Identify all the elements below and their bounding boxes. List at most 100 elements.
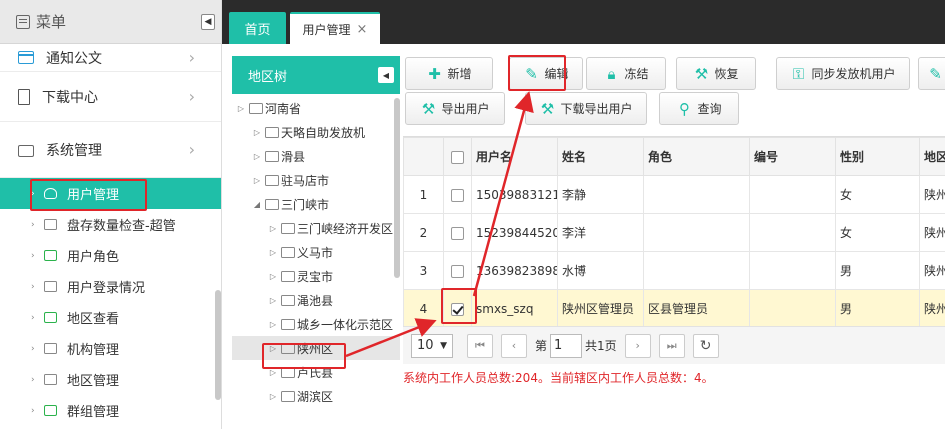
table-row[interactable]: 3 13639823898 水博 男 陕州 [403,251,945,290]
next-page-button[interactable]: › [624,333,651,358]
column-header-name[interactable]: 姓名 [557,137,644,176]
sidebar-subitem-region-mgmt[interactable]: › 地区管理 [0,364,221,395]
wrench-icon: ⚒ [694,64,709,83]
tree-node-tianlue[interactable]: ▷ 天略自助发放机 [232,120,400,144]
column-header-gender[interactable]: 性别 [835,137,920,176]
first-page-button[interactable]: ⏮ [467,333,493,358]
table-row-selected[interactable]: 4 smxs_szq 陕州区管理员 区县管理员 男 陕州 [403,289,945,326]
tree-node-urban-rural-zone[interactable]: ▷ 城乡一体化示范区 [232,312,400,336]
column-header-username[interactable]: 用户名 [471,137,558,176]
cell-role [643,213,750,252]
folder-icon [265,126,279,138]
sidebar-scrollbar[interactable] [215,290,221,400]
download-export-button[interactable]: ⚒ 下载导出用户 [525,92,647,125]
column-header-region[interactable]: 地区 [919,137,945,176]
row-checkbox-cell[interactable] [443,213,472,252]
key-icon: ⚿ [792,64,805,83]
expand-arrow-icon[interactable]: ▷ [268,320,278,329]
sidebar-collapse-button[interactable]: ◀ [201,14,215,30]
row-checkbox-checked[interactable] [451,302,464,316]
caret-right-icon: › [31,312,35,323]
cell-code [749,175,836,214]
prev-page-button[interactable]: ‹ [501,333,527,358]
query-button[interactable]: ⚲ 查询 [659,92,739,125]
export-users-button[interactable]: ⚒ 导出用户 [405,92,505,125]
sidebar-subitem-org-mgmt[interactable]: › 机构管理 [0,333,221,364]
sidebar-subitem-region-view[interactable]: › 地区查看 [0,302,221,333]
collapse-arrow-icon[interactable]: ◢ [252,200,262,209]
tree-node-zhumadian[interactable]: ▷ 驻马店市 [232,168,400,192]
add-button[interactable]: ✚ 新增 [405,57,493,90]
sidebar-subitem-login-status[interactable]: › 用户登录情况 [0,271,221,302]
cell-region: 陕州 [919,289,945,326]
tree-scrollbar[interactable] [394,98,400,278]
tree-node-hubin[interactable]: ▷ 湖滨区 [232,384,400,408]
row-checkbox-cell[interactable] [443,251,472,290]
folder-icon [265,174,279,186]
sidebar-subitem-group-mgmt[interactable]: › 群组管理 [0,395,221,426]
tree-node-sanmenxia[interactable]: ◢ 三门峡市 [232,192,400,216]
sync-users-button[interactable]: ⚿ 同步发放机用户 [776,57,910,90]
button-label: 查询 [697,102,722,116]
cell-name: 陕州区管理员 [557,289,644,326]
row-checkbox[interactable] [451,264,464,278]
sidebar-item-download[interactable]: 下载中心 › [0,72,221,122]
folder-icon [281,342,295,354]
select-all-checkbox[interactable] [451,150,464,164]
expand-arrow-icon[interactable]: ▷ [268,248,278,257]
row-checkbox[interactable] [451,226,464,240]
page-prefix: 第 [535,339,548,353]
table-header-row: 用户名 姓名 角色 编号 性别 地区 [403,137,945,176]
expand-arrow-icon[interactable]: ▷ [252,152,262,161]
close-icon[interactable]: × [357,22,368,37]
edit-button[interactable]: ✎ 编辑 [509,57,583,90]
folder-icon [281,366,295,378]
sidebar-subitem-user-mgmt[interactable]: › 用户管理 [0,178,221,209]
tab-home[interactable]: 首页 [229,12,286,44]
expand-arrow-icon[interactable]: ▷ [252,176,262,185]
refresh-button[interactable]: ↻ [692,333,719,358]
table-row[interactable]: 1 15039883121 李静 女 陕州 [403,175,945,214]
sidebar-item-system[interactable]: 系统管理 › [0,122,221,178]
expand-arrow-icon[interactable]: ▷ [268,368,278,377]
expand-arrow-icon[interactable]: ▷ [252,128,262,137]
last-page-button[interactable]: ⏭ [658,333,685,358]
expand-arrow-icon[interactable]: ▷ [236,104,246,113]
select-all-cell[interactable] [443,137,472,176]
row-checkbox[interactable] [451,188,464,202]
expand-arrow-icon[interactable]: ▷ [268,392,278,401]
page-number-input[interactable]: 1 [550,333,583,358]
table-row[interactable]: 2 15239844520 李洋 女 陕州 [403,213,945,252]
expand-arrow-icon[interactable]: ▷ [268,272,278,281]
pencil-icon: ✎ [929,64,942,83]
tree-node-lushi[interactable]: ▷ 卢氏县 [232,360,400,384]
expand-arrow-icon[interactable]: ▷ [268,224,278,233]
row-checkbox-cell[interactable] [443,175,472,214]
chevron-right-icon: › [188,48,195,67]
restore-button[interactable]: ⚒ 恢复 [676,57,756,90]
button-label: 同步发放机用户 [811,67,896,81]
tree-node-yima[interactable]: ▷ 义马市 [232,240,400,264]
tree-node-henan[interactable]: ▷ 河南省 [232,96,400,120]
tree-node-lingbao[interactable]: ▷ 灵宝市 [232,264,400,288]
column-header-role[interactable]: 角色 [643,137,750,176]
column-header-code[interactable]: 编号 [749,137,836,176]
more-button[interactable]: ✎ [918,57,945,90]
tab-user-mgmt[interactable]: 用户管理 × [290,12,380,44]
tree-node-shanzhou[interactable]: ▷ 陕州区 [232,336,400,360]
tree-node-mianchi[interactable]: ▷ 渑池县 [232,288,400,312]
cell-role [643,175,750,214]
page-size-select[interactable]: 10 ▼ [411,333,453,358]
tree-node-smx-dev-zone[interactable]: ▷ 三门峡经济开发区 [232,216,400,240]
sidebar-subitem-inventory-check[interactable]: › 盘存数量检查-超管 [0,209,221,240]
sidebar-subitem-label: 地区查看 [67,312,120,327]
tree-node-huaxian[interactable]: ▷ 滑县 [232,144,400,168]
wrench-icon: ⚒ [540,99,555,118]
row-checkbox-cell[interactable] [443,289,472,326]
tree-collapse-button[interactable]: ◀ [378,67,394,83]
freeze-button[interactable]: 🔒︎ 冻结 [586,57,666,90]
sidebar-subitem-user-role[interactable]: › 用户角色 [0,240,221,271]
sidebar-item-notice[interactable]: 通知公文 › [0,44,221,72]
expand-arrow-icon[interactable]: ▷ [268,296,278,305]
expand-arrow-icon[interactable]: ▷ [268,344,278,353]
